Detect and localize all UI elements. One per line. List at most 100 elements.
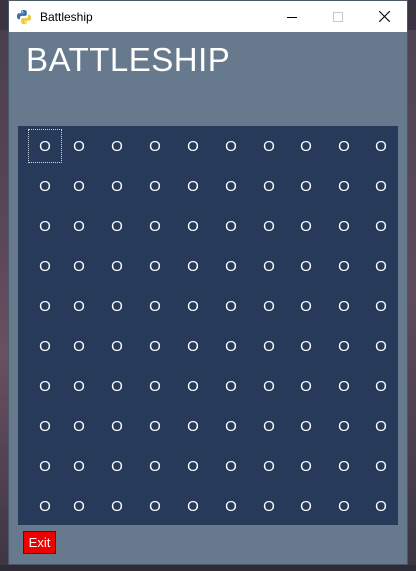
board-cell[interactable]: O — [214, 209, 248, 243]
board-cell[interactable]: O — [176, 249, 210, 283]
board-cell[interactable]: O — [62, 249, 96, 283]
board-cell[interactable]: O — [28, 489, 62, 523]
board-cell[interactable]: O — [138, 409, 172, 443]
board-cell[interactable]: O — [364, 329, 398, 363]
board-cell[interactable]: O — [62, 129, 96, 163]
board-cell[interactable]: O — [252, 449, 286, 483]
board-cell[interactable]: O — [176, 449, 210, 483]
board-cell[interactable]: O — [138, 129, 172, 163]
board-cell[interactable]: O — [327, 369, 361, 403]
board-cell[interactable]: O — [289, 409, 323, 443]
board-cell[interactable]: O — [252, 369, 286, 403]
board-cell[interactable]: O — [252, 209, 286, 243]
board-cell[interactable]: O — [252, 169, 286, 203]
board-cell[interactable]: O — [289, 329, 323, 363]
board-cell[interactable]: O — [327, 449, 361, 483]
board-cell[interactable]: O — [214, 409, 248, 443]
board-cell[interactable]: O — [289, 449, 323, 483]
board-cell[interactable]: O — [62, 449, 96, 483]
board-cell[interactable]: O — [176, 209, 210, 243]
board-cell[interactable]: O — [289, 169, 323, 203]
board-cell[interactable]: O — [327, 249, 361, 283]
exit-button[interactable]: Exit — [23, 531, 56, 554]
board-cell[interactable]: O — [364, 129, 398, 163]
board-cell[interactable]: O — [28, 289, 62, 323]
board-cell[interactable]: O — [138, 369, 172, 403]
board-cell[interactable]: O — [100, 449, 134, 483]
board-cell[interactable]: O — [176, 129, 210, 163]
board-cell[interactable]: O — [364, 209, 398, 243]
board-cell[interactable]: O — [364, 249, 398, 283]
board-cell[interactable]: O — [214, 329, 248, 363]
board-cell[interactable]: O — [364, 369, 398, 403]
board-cell[interactable]: O — [138, 329, 172, 363]
board-cell[interactable]: O — [214, 129, 248, 163]
board-cell[interactable]: O — [327, 489, 361, 523]
board-cell[interactable]: O — [28, 369, 62, 403]
board-cell[interactable]: O — [100, 329, 134, 363]
board-cell[interactable]: O — [28, 129, 62, 163]
board-cell[interactable]: O — [289, 369, 323, 403]
board-cell[interactable]: O — [364, 289, 398, 323]
board-cell[interactable]: O — [364, 449, 398, 483]
board-cell[interactable]: O — [252, 329, 286, 363]
board-cell[interactable]: O — [138, 289, 172, 323]
board-cell[interactable]: O — [289, 209, 323, 243]
minimize-button[interactable] — [269, 1, 315, 32]
board-cell[interactable]: O — [327, 289, 361, 323]
board-cell[interactable]: O — [62, 409, 96, 443]
title-bar[interactable]: Battleship — [9, 1, 407, 32]
board-cell[interactable]: O — [214, 369, 248, 403]
board-cell[interactable]: O — [62, 209, 96, 243]
board-cell[interactable]: O — [289, 129, 323, 163]
board-cell[interactable]: O — [214, 489, 248, 523]
board-cell[interactable]: O — [100, 369, 134, 403]
board-cell[interactable]: O — [100, 489, 134, 523]
board-cell[interactable]: O — [100, 409, 134, 443]
board-cell[interactable]: O — [62, 489, 96, 523]
close-button[interactable] — [361, 1, 407, 32]
board-cell[interactable]: O — [214, 169, 248, 203]
board-cell[interactable]: O — [252, 489, 286, 523]
board-cell[interactable]: O — [62, 169, 96, 203]
board-cell[interactable]: O — [176, 369, 210, 403]
board-cell[interactable]: O — [252, 129, 286, 163]
board-cell[interactable]: O — [100, 289, 134, 323]
board-cell[interactable]: O — [138, 169, 172, 203]
board-cell[interactable]: O — [62, 289, 96, 323]
board-cell[interactable]: O — [28, 169, 62, 203]
board-cell[interactable]: O — [252, 249, 286, 283]
board-cell[interactable]: O — [214, 289, 248, 323]
board-cell[interactable]: O — [28, 409, 62, 443]
board-cell[interactable]: O — [176, 289, 210, 323]
board-cell[interactable]: O — [138, 449, 172, 483]
board-cell[interactable]: O — [364, 489, 398, 523]
board-cell[interactable]: O — [100, 129, 134, 163]
board-cell[interactable]: O — [28, 329, 62, 363]
board-cell[interactable]: O — [327, 209, 361, 243]
board-cell[interactable]: O — [327, 169, 361, 203]
board-cell[interactable]: O — [100, 209, 134, 243]
board-cell[interactable]: O — [214, 449, 248, 483]
board-cell[interactable]: O — [252, 289, 286, 323]
board-cell[interactable]: O — [176, 489, 210, 523]
board-cell[interactable]: O — [214, 249, 248, 283]
board-cell[interactable]: O — [28, 449, 62, 483]
board-cell[interactable]: O — [289, 249, 323, 283]
board-cell[interactable]: O — [364, 169, 398, 203]
board-cell[interactable]: O — [28, 209, 62, 243]
board-cell[interactable]: O — [327, 129, 361, 163]
board-cell[interactable]: O — [100, 169, 134, 203]
board-cell[interactable]: O — [138, 489, 172, 523]
board-cell[interactable]: O — [176, 409, 210, 443]
board-cell[interactable]: O — [138, 209, 172, 243]
board-cell[interactable]: O — [327, 409, 361, 443]
board-cell[interactable]: O — [289, 489, 323, 523]
board-cell[interactable]: O — [62, 329, 96, 363]
board-cell[interactable]: O — [100, 249, 134, 283]
board-cell[interactable]: O — [28, 249, 62, 283]
board-cell[interactable]: O — [289, 289, 323, 323]
board-cell[interactable]: O — [176, 329, 210, 363]
board-cell[interactable]: O — [252, 409, 286, 443]
board-cell[interactable]: O — [364, 409, 398, 443]
